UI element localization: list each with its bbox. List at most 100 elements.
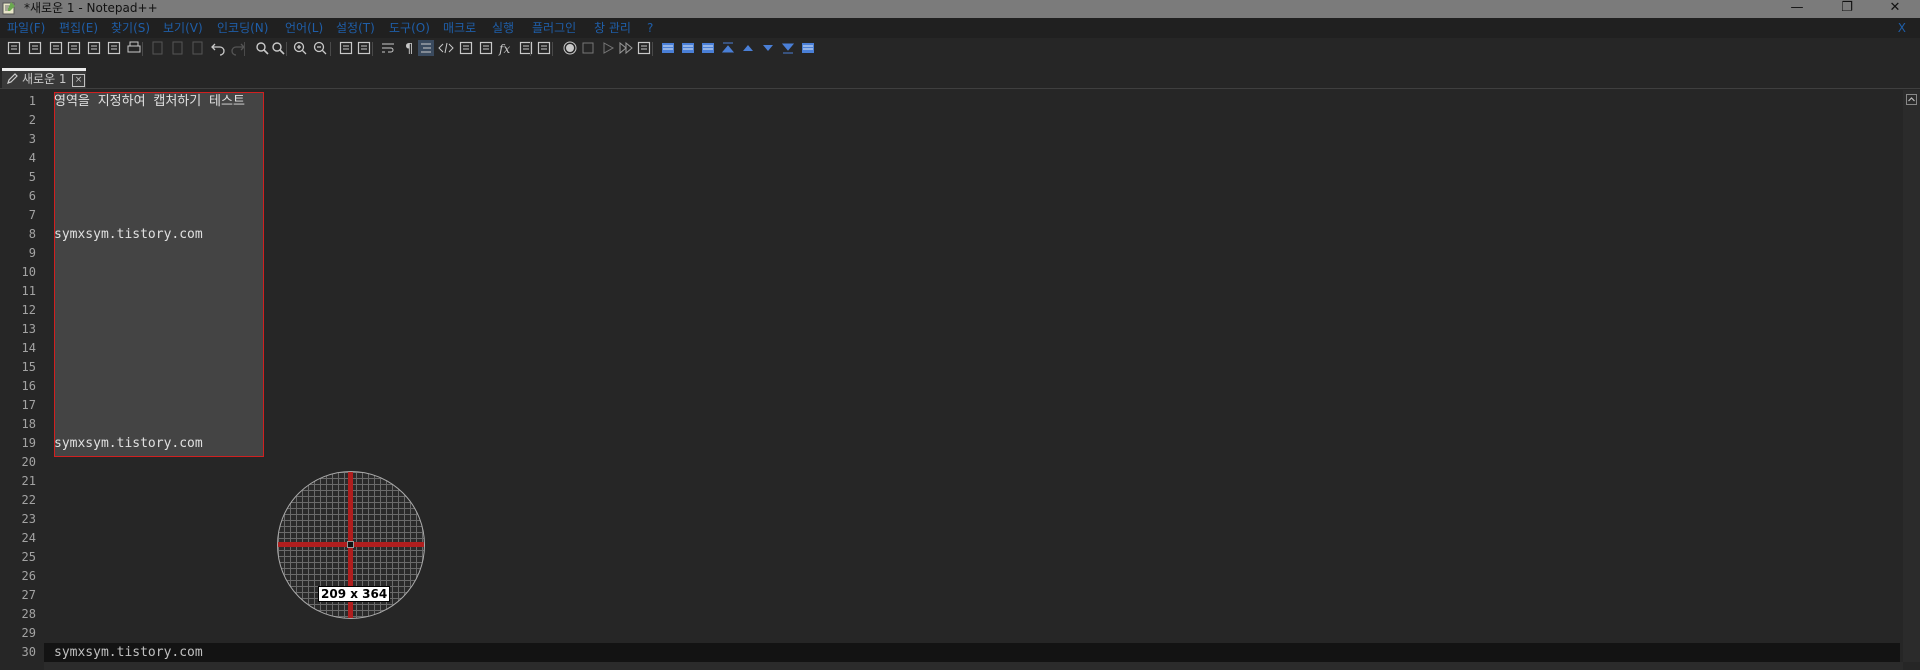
run-macro-multiple-icon[interactable] (618, 40, 634, 56)
menu-close-document-button[interactable]: X (1898, 18, 1906, 38)
monitoring-icon[interactable] (536, 40, 552, 56)
pencil-icon (7, 73, 18, 84)
word-wrap-icon[interactable] (380, 40, 396, 56)
stop-macro-icon[interactable] (580, 40, 596, 56)
close-icon[interactable] (86, 40, 102, 56)
menu-macro[interactable]: 매크로 (443, 18, 476, 38)
minimize-button[interactable]: — (1774, 0, 1820, 18)
capture-size-label: 209 x 364 (318, 586, 391, 602)
folder-as-workspace-icon[interactable] (518, 40, 534, 56)
save-icon[interactable] (48, 40, 64, 56)
plugin-panel-icon[interactable] (800, 40, 816, 56)
save-macro-icon[interactable] (636, 40, 652, 56)
menu-bar: 파일(F) 편집(E) 찾기(S) 보기(V) 인코딩(N) 언어(L) 설정(… (0, 18, 1920, 38)
line-number: 23 (21, 512, 36, 526)
menu-language[interactable]: 언어(L) (285, 18, 323, 38)
vertical-scrollbar[interactable] (1903, 90, 1920, 662)
line-number: 25 (21, 550, 36, 564)
menu-search[interactable]: 찾기(S) (111, 18, 150, 38)
menu-help[interactable]: ? (647, 18, 653, 38)
document-list-icon[interactable] (478, 40, 494, 56)
crosshair-center (347, 541, 354, 548)
line-number: 28 (21, 607, 36, 621)
plugin-down-icon[interactable] (760, 40, 776, 56)
undo-icon[interactable] (210, 40, 226, 56)
toolbar-separator (552, 42, 553, 56)
horizontal-scrollbar[interactable] (44, 662, 1903, 670)
plugin-table-icon[interactable] (680, 40, 696, 56)
line-number: 12 (21, 303, 36, 317)
plugin-bottom-icon[interactable] (780, 40, 796, 56)
close-all-icon[interactable] (106, 40, 122, 56)
toolbar (0, 38, 1920, 66)
line-number: 26 (21, 569, 36, 583)
open-file-icon[interactable] (27, 40, 43, 56)
menu-edit[interactable]: 편집(E) (59, 18, 98, 38)
menu-view[interactable]: 보기(V) (163, 18, 203, 38)
document-map-icon[interactable] (458, 40, 474, 56)
tab-new-1[interactable]: 새로운 1 × (2, 68, 86, 88)
toolbar-separator (244, 42, 245, 56)
window-close-button[interactable]: ✕ (1872, 0, 1918, 18)
line-number: 1 (28, 94, 36, 108)
line-number: 16 (21, 379, 36, 393)
line-number: 22 (21, 493, 36, 507)
tab-label: 새로운 1 (22, 72, 67, 86)
indent-guide-icon[interactable] (418, 40, 434, 56)
line-number: 27 (21, 588, 36, 602)
record-macro-icon[interactable] (562, 40, 578, 56)
window-title: *새로운 1 - Notepad++ (24, 1, 158, 15)
save-all-icon[interactable] (66, 40, 82, 56)
print-icon[interactable] (126, 40, 142, 56)
toolbar-separator (142, 42, 143, 56)
line-number: 4 (28, 151, 36, 165)
xml-tag-icon[interactable] (438, 40, 454, 56)
line-number: 30 (21, 645, 36, 659)
title-bar: *새로운 1 - Notepad++ — ❐ ✕ (0, 0, 1920, 18)
plugin-up-icon[interactable] (740, 40, 756, 56)
line-number: 18 (21, 417, 36, 431)
line-number: 10 (21, 265, 36, 279)
copy-icon[interactable] (170, 40, 186, 56)
line-number: 13 (21, 322, 36, 336)
plugin-table2-icon[interactable] (700, 40, 716, 56)
replace-icon[interactable] (270, 40, 286, 56)
editor-line-1: 영역을 지정하여 캡처하기 테스트 (54, 94, 245, 109)
zoom-in-icon[interactable] (292, 40, 308, 56)
menu-window[interactable]: 창 관리 (594, 18, 631, 38)
tab-divider (0, 88, 1920, 89)
find-icon[interactable] (254, 40, 270, 56)
menu-encoding[interactable]: 인코딩(N) (217, 18, 268, 38)
line-number: 15 (21, 360, 36, 374)
paste-icon[interactable] (190, 40, 206, 56)
zoom-out-icon[interactable] (312, 40, 328, 56)
line-number: 8 (28, 227, 36, 241)
plugin-comment-icon[interactable] (660, 40, 676, 56)
restore-button[interactable]: ❐ (1824, 0, 1870, 18)
menu-tools[interactable]: 도구(O) (389, 18, 430, 38)
new-file-icon[interactable] (6, 40, 22, 56)
toolbar-separator (330, 42, 331, 56)
menu-run[interactable]: 실행 (492, 18, 514, 38)
tab-bar (0, 66, 1920, 88)
toolbar-separator (372, 42, 373, 56)
function-list-icon[interactable]: fx (498, 40, 514, 56)
plugin-top-icon[interactable] (720, 40, 736, 56)
notepadpp-app-icon (2, 2, 15, 15)
current-line-highlight (44, 643, 1900, 662)
play-macro-icon[interactable] (600, 40, 616, 56)
menu-plugins[interactable]: 플러그인 (532, 18, 576, 38)
menu-file[interactable]: 파일(F) (7, 18, 45, 38)
editor-line-8: symxsym.tistory.com (54, 227, 203, 242)
sync-horizontal-icon[interactable] (356, 40, 372, 56)
show-all-chars-icon[interactable]: ¶ (402, 40, 418, 56)
line-number: 5 (28, 170, 36, 184)
tab-close-icon[interactable]: × (72, 74, 85, 87)
capture-selection-rectangle[interactable] (54, 92, 264, 457)
cut-icon[interactable] (150, 40, 166, 56)
svg-text:fx: fx (498, 42, 510, 56)
menu-settings[interactable]: 설정(T) (336, 18, 375, 38)
scroll-up-arrow-icon[interactable] (1906, 94, 1917, 105)
line-number: 20 (21, 455, 36, 469)
sync-vertical-icon[interactable] (338, 40, 354, 56)
